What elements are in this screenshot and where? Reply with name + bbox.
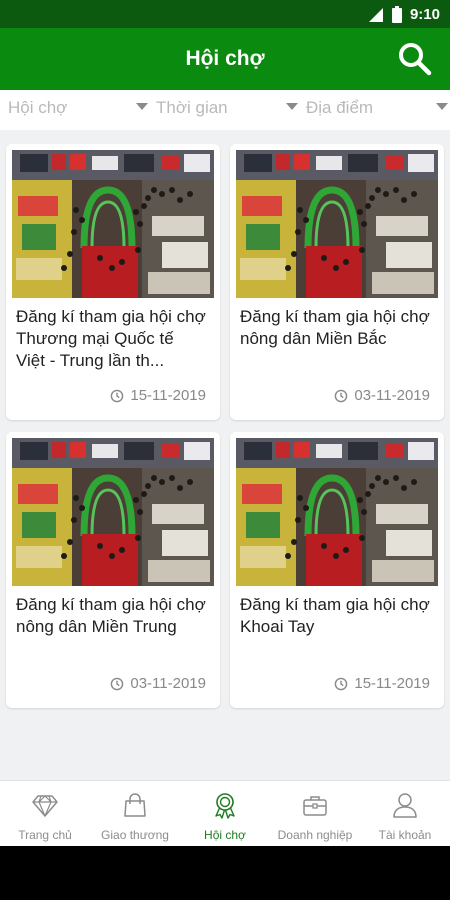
fair-photo: [236, 150, 438, 298]
nav-fair-label: Hội chợ: [204, 828, 246, 842]
fair-card[interactable]: Đăng kí tham gia hội chợ Khoai Tay 15-11…: [230, 432, 444, 708]
filter-fair-label: Hội chợ: [8, 98, 68, 117]
app-bar: Hội chợ: [0, 28, 450, 90]
dropdown-arrow-icon: [436, 103, 448, 110]
clock-icon: [335, 389, 348, 402]
fair-photo: [236, 438, 438, 586]
dropdown-arrow-icon: [136, 103, 148, 110]
briefcase-icon: [303, 796, 327, 816]
fair-card[interactable]: Đăng kí tham gia hội chợ nông dân Miền B…: [230, 144, 444, 420]
dropdown-arrow-icon: [286, 103, 298, 110]
nav-business[interactable]: Doanh nghiệp: [270, 781, 360, 847]
fair-card-title: Đăng kí tham gia hội chợ nông dân Miền B…: [240, 307, 430, 348]
page-title: Hội chợ: [185, 47, 265, 70]
nav-home-label: Trang chủ: [18, 828, 72, 842]
fair-card-date: 03-11-2019: [334, 387, 430, 404]
fair-card-date: 03-11-2019: [110, 675, 206, 692]
system-nav-bar: [0, 846, 450, 900]
filter-time[interactable]: Thời gian: [150, 90, 300, 130]
nav-trade[interactable]: Giao thương: [90, 781, 180, 847]
status-bar: 9:10: [0, 0, 450, 28]
fair-list: Đăng kí tham gia hội chợ Thương mại Quốc…: [0, 130, 450, 780]
nav-trade-label: Giao thương: [101, 828, 169, 842]
nav-fair[interactable]: Hội chợ: [180, 781, 270, 847]
fair-card[interactable]: Đăng kí tham gia hội chợ Thương mại Quốc…: [6, 144, 220, 420]
fair-photo: [12, 438, 214, 586]
nav-business-label: Doanh nghiệp: [277, 828, 353, 842]
filter-location-label: Địa điểm: [306, 98, 374, 117]
award-ribbon-icon: [215, 793, 235, 819]
shopping-bag-icon: [124, 793, 146, 817]
fair-card-date: 15-11-2019: [110, 387, 206, 404]
battery-icon: [391, 6, 402, 23]
fair-card-date-text: 03-11-2019: [130, 675, 206, 692]
filter-bar: Hội chợ Thời gian Địa điểm: [0, 90, 450, 130]
user-icon: [393, 793, 417, 818]
fair-card-title: Đăng kí tham gia hội chợ nông dân Miền T…: [16, 595, 206, 636]
status-time: 9:10: [409, 6, 440, 23]
search-icon[interactable]: [398, 42, 432, 76]
fair-card-title: Đăng kí tham gia hội chợ Khoai Tay: [240, 595, 430, 636]
nav-account[interactable]: Tài khoản: [360, 781, 450, 847]
filter-location[interactable]: Địa điểm: [300, 90, 450, 130]
clock-icon: [335, 677, 348, 690]
fair-card-date: 15-11-2019: [334, 675, 430, 692]
clock-icon: [111, 677, 124, 690]
nav-home[interactable]: Trang chủ: [0, 781, 90, 847]
diamond-icon: [32, 795, 58, 817]
filter-time-label: Thời gian: [156, 98, 228, 117]
fair-card-date-text: 15-11-2019: [354, 675, 430, 692]
signal-icon: [368, 7, 383, 22]
fair-photo: [12, 150, 214, 298]
fair-card-date-text: 03-11-2019: [354, 387, 430, 404]
filter-fair[interactable]: Hội chợ: [0, 90, 150, 130]
fair-card-title: Đăng kí tham gia hội chợ Thương mại Quốc…: [16, 307, 206, 370]
status-icons: 9:10: [368, 6, 440, 23]
clock-icon: [111, 389, 124, 402]
fair-card[interactable]: Đăng kí tham gia hội chợ nông dân Miền T…: [6, 432, 220, 708]
bottom-nav: Trang chủ Giao thương Hội chợ Doanh nghi…: [0, 780, 450, 846]
fair-card-date-text: 15-11-2019: [130, 387, 206, 404]
nav-account-label: Tài khoản: [378, 828, 432, 842]
